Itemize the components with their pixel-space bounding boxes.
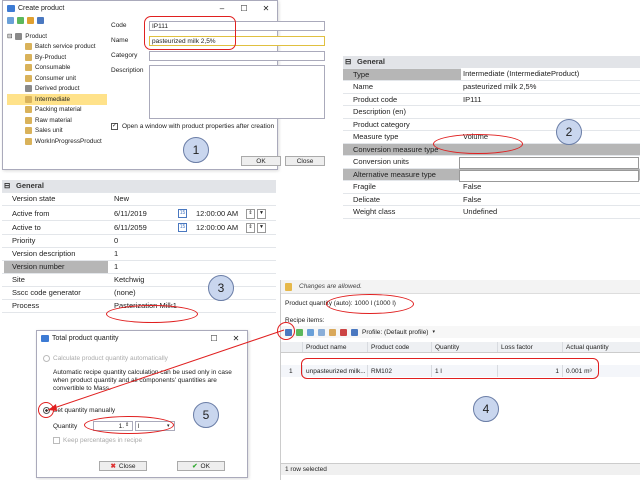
callout-5: 5 xyxy=(193,402,219,428)
callout-4: 4 xyxy=(473,396,499,422)
callout-3: 3 xyxy=(208,275,234,301)
callout-arrow xyxy=(47,329,285,411)
callout-2: 2 xyxy=(556,119,582,145)
callout-1: 1 xyxy=(183,137,209,163)
